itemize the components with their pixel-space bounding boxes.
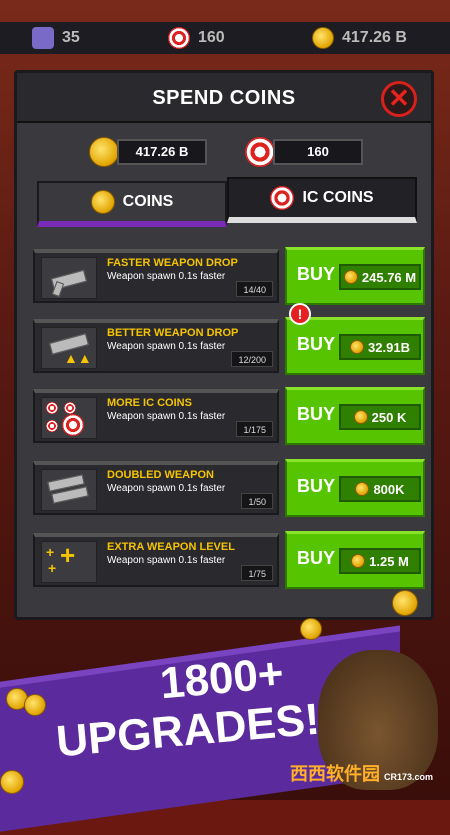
upgrade-progress: 1/75 bbox=[241, 565, 273, 581]
target-icon bbox=[270, 186, 295, 210]
buy-price: 800K bbox=[339, 476, 421, 502]
close-x-icon: ✕ bbox=[388, 83, 410, 113]
buy-price: 250 K bbox=[339, 404, 421, 430]
spend-coins-dialog: SPEND COINS ✕ 417.26 B 160 COINS IC COIN… bbox=[14, 70, 434, 620]
upgrade-row: + + + EXTRA WEAPON LEVEL Weapon spawn 0.… bbox=[33, 531, 425, 589]
upgrade-card: DOUBLED WEAPON Weapon spawn 0.1s faster … bbox=[33, 461, 279, 515]
coin-icon bbox=[300, 618, 322, 640]
upgrade-name: DOUBLED WEAPON bbox=[107, 469, 214, 481]
pistol-upgrade-icon: ▲▲ bbox=[41, 327, 97, 369]
buy-price: 245.76 M bbox=[339, 264, 421, 290]
upgrade-name: FASTER WEAPON DROP bbox=[107, 257, 238, 269]
coin-icon bbox=[24, 694, 46, 716]
buy-label: BUY bbox=[297, 476, 336, 496]
upgrade-progress: 14/40 bbox=[236, 281, 273, 297]
close-button[interactable]: ✕ bbox=[381, 81, 417, 117]
coin-icon bbox=[392, 590, 418, 616]
upgrade-row: ▲▲ BETTER WEAPON DROP Weapon spawn 0.1s … bbox=[33, 303, 425, 375]
upgrade-row: DOUBLED WEAPON Weapon spawn 0.1s faster … bbox=[33, 459, 425, 517]
price-value: 32.91B bbox=[368, 339, 410, 355]
tab-coins[interactable]: COINS bbox=[37, 181, 227, 227]
coin-icon bbox=[89, 137, 119, 167]
upgrade-name: MORE IC COINS bbox=[107, 397, 192, 409]
upgrade-progress: 12/200 bbox=[231, 351, 273, 367]
coin-icon bbox=[312, 27, 334, 49]
buy-button[interactable]: BUY 250 K bbox=[285, 387, 425, 445]
buy-price: 32.91B bbox=[339, 334, 421, 360]
buy-button[interactable]: BUY 1.25 M bbox=[285, 531, 425, 589]
upgrade-card: + + + EXTRA WEAPON LEVEL Weapon spawn 0.… bbox=[33, 533, 279, 587]
ic-counter: 160 bbox=[168, 27, 225, 49]
coin-icon bbox=[353, 410, 368, 424]
coin-icon bbox=[351, 554, 366, 568]
price-value: 245.76 M bbox=[361, 269, 417, 285]
buy-button[interactable]: BUY 32.91B bbox=[285, 317, 425, 375]
gem-count: 35 bbox=[62, 29, 80, 46]
double-pistol-icon bbox=[41, 469, 97, 511]
target-icon bbox=[245, 137, 275, 167]
buy-button[interactable]: BUY 800K bbox=[285, 459, 425, 517]
coin-counter: 417.26 B bbox=[312, 27, 407, 49]
alert-badge: ! bbox=[289, 303, 311, 325]
dialog-title: SPEND COINS bbox=[152, 87, 296, 109]
tab-ic-coins-label: IC COINS bbox=[302, 189, 374, 206]
gem-counter: 35 bbox=[32, 27, 80, 49]
buy-label: BUY bbox=[297, 334, 336, 354]
watermark-brand: 西西 bbox=[290, 764, 326, 784]
pistol-drop-icon bbox=[41, 257, 97, 299]
upgrade-desc: Weapon spawn 0.1s faster bbox=[107, 555, 226, 566]
upgrade-row: MORE IC COINS Weapon spawn 0.1s faster 1… bbox=[33, 387, 425, 445]
coin-count: 417.26 B bbox=[342, 29, 407, 46]
buy-price: 1.25 M bbox=[339, 548, 421, 574]
buy-label: BUY bbox=[297, 404, 336, 424]
coin-icon bbox=[343, 270, 358, 284]
upgrade-desc: Weapon spawn 0.1s faster bbox=[107, 483, 226, 494]
tab-ic-coins[interactable]: IC COINS bbox=[227, 177, 417, 223]
upgrade-card: FASTER WEAPON DROP Weapon spawn 0.1s fas… bbox=[33, 249, 279, 303]
upgrade-desc: Weapon spawn 0.1s faster bbox=[107, 271, 226, 282]
upgrade-desc: Weapon spawn 0.1s faster bbox=[107, 341, 226, 352]
upgrade-name: EXTRA WEAPON LEVEL bbox=[107, 541, 235, 553]
price-value: 1.25 M bbox=[369, 553, 409, 569]
buy-label: BUY bbox=[297, 264, 336, 284]
gem-icon bbox=[32, 27, 54, 49]
ic-coins-icon bbox=[41, 397, 97, 439]
upgrade-row: FASTER WEAPON DROP Weapon spawn 0.1s fas… bbox=[33, 247, 425, 305]
plus-level-icon: + + + bbox=[41, 540, 97, 583]
coin-balance: 417.26 B bbox=[117, 139, 207, 165]
watermark-url: CR173.com bbox=[384, 772, 434, 782]
ic-count: 160 bbox=[198, 29, 225, 46]
coin-icon bbox=[355, 482, 370, 496]
buy-label: BUY bbox=[297, 548, 336, 568]
coin-icon bbox=[350, 340, 365, 354]
tab-coins-label: COINS bbox=[122, 193, 174, 210]
price-value: 800K bbox=[373, 481, 405, 497]
price-value: 250 K bbox=[371, 409, 407, 425]
target-icon bbox=[168, 27, 190, 49]
watermark: 西西软件园 CR173.com bbox=[290, 760, 440, 790]
coin-icon bbox=[0, 770, 24, 794]
ic-balance: 160 bbox=[273, 139, 363, 165]
top-resource-bar: 35 160 417.26 B bbox=[0, 22, 450, 54]
coin-icon bbox=[90, 190, 115, 214]
upgrade-card: ▲▲ BETTER WEAPON DROP Weapon spawn 0.1s … bbox=[33, 319, 279, 373]
upgrade-progress: 1/50 bbox=[241, 493, 273, 509]
upgrade-card: MORE IC COINS Weapon spawn 0.1s faster 1… bbox=[33, 389, 279, 443]
watermark-sub: 软件园 bbox=[326, 764, 380, 784]
dialog-header: SPEND COINS ✕ bbox=[17, 73, 431, 123]
buy-button[interactable]: BUY 245.76 M bbox=[285, 247, 425, 305]
upgrade-progress: 1/175 bbox=[236, 421, 273, 437]
upgrade-desc: Weapon spawn 0.1s faster bbox=[107, 411, 226, 422]
upgrade-name: BETTER WEAPON DROP bbox=[107, 327, 239, 339]
